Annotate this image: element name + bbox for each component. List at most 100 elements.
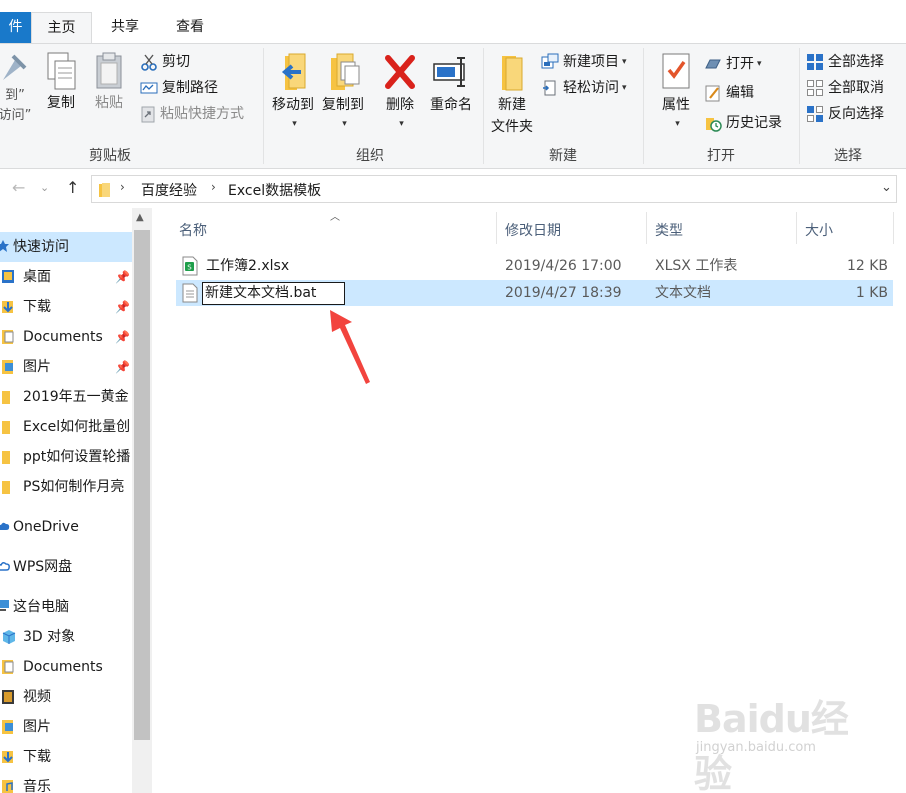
pin-quick-access-button[interactable]: 到” 访问” bbox=[0, 50, 36, 126]
paste-button[interactable]: 粘贴 bbox=[88, 50, 130, 114]
group-label-open: 打开 bbox=[707, 148, 735, 164]
column-header-size[interactable]: 大小 bbox=[805, 220, 833, 240]
copy-path-button[interactable]: 复制路径 bbox=[140, 76, 218, 100]
rename-input[interactable]: 新建文本文档.bat bbox=[202, 282, 345, 305]
folder-icon bbox=[2, 391, 10, 404]
rename-icon bbox=[433, 57, 465, 87]
file-date: 2019/4/26 17:00 bbox=[505, 258, 622, 274]
nav-item-folder[interactable]: ppt如何设置轮播 bbox=[0, 442, 132, 472]
nav-item-desktop[interactable]: 桌面 📌 bbox=[0, 262, 132, 292]
back-arrow-icon[interactable]: ← bbox=[12, 178, 25, 197]
file-size: 12 KB bbox=[846, 258, 888, 274]
pin-icon[interactable]: 📌 bbox=[115, 322, 130, 352]
column-divider[interactable] bbox=[893, 212, 894, 244]
nav-item-pictures[interactable]: 图片 📌 bbox=[0, 352, 132, 382]
column-header-type[interactable]: 类型 bbox=[655, 220, 683, 240]
nav-item-videos[interactable]: 视频 bbox=[0, 682, 132, 712]
open-button[interactable]: 打开 ▾ bbox=[704, 52, 762, 76]
pin-icon[interactable]: 📌 bbox=[115, 292, 130, 322]
edit-label: 编辑 bbox=[726, 85, 754, 101]
invert-selection-button[interactable]: 反向选择 bbox=[806, 102, 884, 126]
delete-button[interactable]: 删除 ▾ bbox=[380, 50, 420, 132]
nav-item-documents[interactable]: Documents 📌 bbox=[0, 322, 132, 352]
nav-item-3d-objects[interactable]: 3D 对象 bbox=[0, 622, 132, 652]
nav-scrollbar[interactable]: ▲ bbox=[132, 208, 152, 793]
paste-label: 粘贴 bbox=[95, 95, 123, 111]
copy-button[interactable]: 复制 bbox=[40, 50, 82, 114]
nav-item-this-pc[interactable]: 这台电脑 bbox=[0, 592, 132, 622]
3d-objects-icon bbox=[2, 630, 16, 644]
address-bar[interactable]: › 百度经验 › Excel数据模板 ⌄ bbox=[91, 175, 897, 203]
tab-file[interactable]: 件 bbox=[0, 12, 31, 44]
video-icon bbox=[2, 690, 14, 704]
group-label-new: 新建 bbox=[549, 148, 577, 164]
nav-item-documents[interactable]: Documents bbox=[0, 652, 132, 682]
nav-item-downloads[interactable]: 下载 bbox=[0, 742, 132, 772]
pictures-icon bbox=[2, 720, 13, 734]
nav-item-folder[interactable]: PS如何制作月亮 bbox=[0, 472, 132, 502]
pin-icon[interactable]: 📌 bbox=[115, 352, 130, 382]
column-header-date[interactable]: 修改日期 bbox=[505, 220, 561, 240]
breadcrumb-item[interactable]: Excel数据模板 bbox=[228, 180, 321, 200]
new-folder-label-2: 文件夹 bbox=[491, 119, 533, 135]
nav-item-onedrive[interactable]: OneDrive bbox=[0, 512, 132, 542]
properties-button[interactable]: 属性 ▾ bbox=[652, 50, 700, 132]
nav-item-music[interactable]: 音乐 bbox=[0, 772, 132, 793]
excel-file-icon: S bbox=[182, 256, 198, 276]
nav-label: 图片 bbox=[23, 719, 51, 735]
rename-button[interactable]: 重命名 bbox=[424, 50, 478, 116]
select-none-button[interactable]: 全部取消 bbox=[806, 76, 884, 100]
column-divider[interactable] bbox=[496, 212, 497, 244]
column-divider[interactable] bbox=[796, 212, 797, 244]
recent-dropdown-icon[interactable]: ⌄ bbox=[40, 181, 49, 194]
nav-item-pictures[interactable]: 图片 bbox=[0, 712, 132, 742]
file-type: XLSX 工作表 bbox=[655, 258, 738, 274]
properties-label: 属性 bbox=[662, 97, 690, 113]
invert-selection-label: 反向选择 bbox=[828, 106, 884, 122]
tab-home[interactable]: 主页 bbox=[31, 12, 92, 45]
paste-icon bbox=[96, 52, 122, 89]
tab-share[interactable]: 共享 bbox=[95, 12, 155, 44]
nav-item-folder[interactable]: 2019年五一黄金 bbox=[0, 382, 132, 412]
edit-icon bbox=[705, 85, 720, 102]
file-list: ︿ 名称 修改日期 类型 大小 S 工作簿2.xlsx 2019/4/26 17… bbox=[152, 208, 906, 793]
new-item-button[interactable]: 新建项目 ▾ bbox=[541, 50, 627, 74]
move-to-button[interactable]: 移动到 ▾ bbox=[268, 50, 318, 132]
scrollbar-thumb[interactable] bbox=[134, 230, 150, 740]
new-folder-button[interactable]: 新建 文件夹 bbox=[488, 50, 536, 138]
nav-item-folder[interactable]: Excel如何批量创 bbox=[0, 412, 132, 442]
file-type: 文本文档 bbox=[655, 285, 711, 301]
cut-label: 剪切 bbox=[162, 54, 190, 70]
paste-shortcut-button[interactable]: 粘贴快捷方式 bbox=[140, 102, 244, 126]
easy-access-button[interactable]: 轻松访问 ▾ bbox=[541, 76, 627, 100]
nav-item-downloads[interactable]: 下载 📌 bbox=[0, 292, 132, 322]
scroll-up-icon[interactable]: ▲ bbox=[136, 212, 144, 223]
documents-icon bbox=[2, 660, 14, 674]
history-icon bbox=[706, 118, 722, 132]
nav-label: 下载 bbox=[23, 299, 51, 315]
history-button[interactable]: 历史记录 bbox=[704, 111, 782, 135]
paste-shortcut-icon bbox=[141, 106, 155, 123]
copy-to-button[interactable]: 复制到 ▾ bbox=[318, 50, 368, 132]
nav-item-quick-access[interactable]: 快速访问 bbox=[0, 232, 132, 262]
nav-label: 图片 bbox=[23, 359, 51, 375]
tab-view[interactable]: 查看 bbox=[160, 12, 220, 44]
cut-button[interactable]: 剪切 bbox=[140, 50, 190, 74]
edit-button[interactable]: 编辑 bbox=[704, 81, 754, 105]
nav-item-wps-cloud[interactable]: WPS网盘 bbox=[0, 552, 132, 582]
navigation-pane: 快速访问 桌面 📌 下载 📌 Documents 📌 图片 📌 2019年五一黄… bbox=[0, 208, 152, 793]
file-row[interactable]: S 工作簿2.xlsx 2019/4/26 17:00 XLSX 工作表 12 … bbox=[176, 253, 893, 279]
chevron-down-icon[interactable]: ⌄ bbox=[881, 180, 892, 195]
easy-access-label: 轻松访问 bbox=[563, 80, 619, 96]
up-arrow-icon[interactable]: ↑ bbox=[66, 178, 79, 197]
breadcrumb-separator-icon[interactable]: › bbox=[211, 180, 216, 194]
column-divider[interactable] bbox=[646, 212, 647, 244]
pin-icon[interactable]: 📌 bbox=[115, 262, 130, 292]
select-all-button[interactable]: 全部选择 bbox=[806, 50, 884, 74]
column-header-name[interactable]: 名称 bbox=[179, 220, 207, 240]
delete-icon bbox=[385, 55, 415, 89]
file-row-selected[interactable]: 新建文本文档.bat 2019/4/27 18:39 文本文档 1 KB bbox=[176, 280, 893, 306]
desktop-icon bbox=[2, 270, 14, 283]
breadcrumb-separator-icon[interactable]: › bbox=[120, 180, 125, 194]
breadcrumb-item[interactable]: 百度经验 bbox=[141, 180, 197, 200]
